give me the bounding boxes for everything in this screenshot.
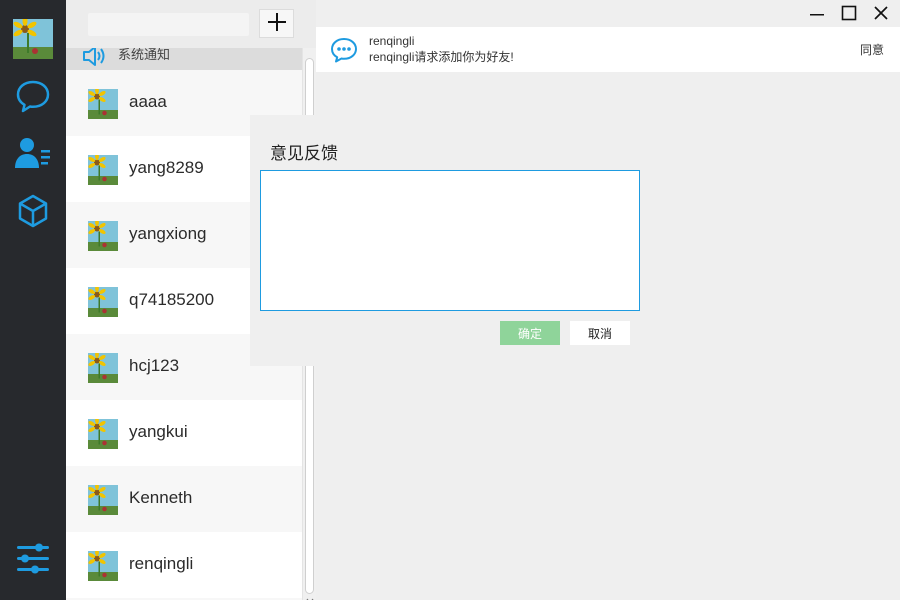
user-avatar[interactable] bbox=[13, 19, 53, 59]
search-bar bbox=[66, 0, 316, 48]
dialog-title: 意见反馈 bbox=[270, 144, 338, 164]
apps-nav-button[interactable] bbox=[13, 193, 53, 233]
close-button[interactable] bbox=[872, 5, 890, 25]
settings-button[interactable] bbox=[13, 540, 53, 580]
contact-name: yangxiong bbox=[129, 224, 207, 243]
maximize-icon bbox=[841, 5, 857, 25]
contact-avatar bbox=[88, 287, 118, 317]
contact-avatar bbox=[88, 221, 118, 251]
contact-avatar bbox=[88, 419, 118, 449]
cube-icon bbox=[15, 193, 51, 233]
notification-message: renqingli请求添加你为好友! bbox=[369, 50, 514, 64]
add-contact-button[interactable] bbox=[259, 9, 294, 38]
contacts-icon bbox=[14, 136, 52, 174]
contact-name: aaaa bbox=[129, 92, 167, 111]
contact-name: Kenneth bbox=[129, 488, 193, 507]
contact-name: yang8289 bbox=[129, 158, 204, 177]
nav-rail bbox=[0, 0, 66, 600]
contact-avatar bbox=[88, 155, 118, 185]
friend-request-notification: renqingli renqingli请求添加你为好友! 同意 bbox=[316, 27, 900, 72]
contact-row[interactable]: renqingli bbox=[66, 532, 302, 598]
confirm-button[interactable]: 确定 bbox=[500, 321, 560, 345]
contact-name: q74185200 bbox=[129, 290, 215, 309]
close-icon bbox=[873, 5, 889, 25]
search-input[interactable] bbox=[88, 13, 249, 36]
accept-request-button[interactable]: 同意 bbox=[860, 41, 884, 58]
contact-avatar bbox=[88, 551, 118, 581]
chat-bubble-icon bbox=[15, 78, 51, 118]
chat-dots-icon bbox=[330, 37, 358, 67]
feedback-textarea[interactable] bbox=[260, 170, 640, 311]
window-controls bbox=[808, 5, 890, 25]
contact-name: hcj123 bbox=[129, 356, 180, 375]
system-notice-label: 系统通知 bbox=[118, 48, 171, 63]
contact-name: yangkui bbox=[129, 422, 188, 441]
sliders-icon bbox=[15, 540, 51, 580]
feedback-dialog: 意见反馈 确定 取消 bbox=[250, 115, 650, 366]
contacts-nav-button[interactable] bbox=[13, 135, 53, 175]
contact-row[interactable]: yangkui bbox=[66, 400, 302, 466]
minimize-button[interactable] bbox=[808, 5, 826, 25]
cancel-button[interactable]: 取消 bbox=[570, 321, 630, 345]
speaker-icon bbox=[80, 48, 108, 70]
contact-avatar bbox=[88, 485, 118, 515]
notification-title: renqingli bbox=[369, 34, 415, 48]
contact-avatar bbox=[88, 353, 118, 383]
contact-row[interactable]: Kenneth bbox=[66, 466, 302, 532]
plus-icon bbox=[267, 12, 287, 36]
contact-name: renqingli bbox=[129, 554, 194, 573]
minimize-icon bbox=[809, 5, 825, 25]
chat-nav-button[interactable] bbox=[13, 78, 53, 118]
scroll-down-arrow-icon[interactable] bbox=[306, 590, 314, 600]
maximize-button[interactable] bbox=[840, 5, 858, 25]
system-notice-row[interactable]: 系统通知 bbox=[66, 48, 302, 70]
contact-avatar bbox=[88, 89, 118, 119]
